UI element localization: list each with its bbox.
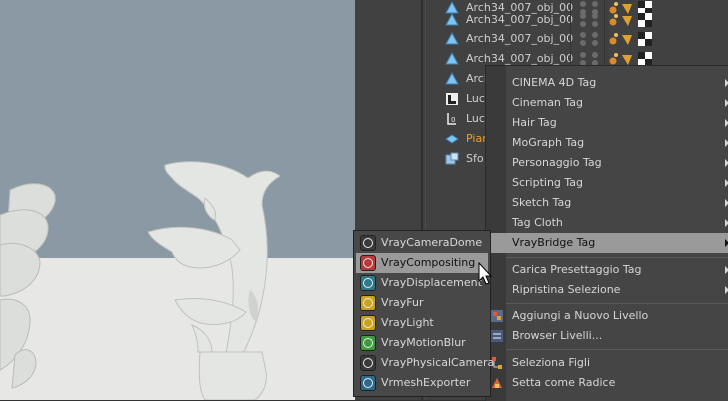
menu-item-ripristina-selezione[interactable]: Ripristina Selezione <box>486 280 728 300</box>
displacement-icon <box>360 275 376 291</box>
layer-add-icon <box>491 310 503 322</box>
background-icon <box>445 152 459 165</box>
submenu-item-vraycameradome[interactable]: VrayCameraDome <box>356 233 488 253</box>
menu-item-setta-radice[interactable]: Setta come Radice <box>486 373 728 393</box>
submenu-item-vraycompositing[interactable]: VrayCompositing <box>356 253 488 273</box>
area-light-icon: 0 <box>447 113 456 125</box>
menu-item-carica-presettaggio-tag[interactable]: Carica Presettaggio Tag <box>486 260 728 280</box>
menu-item-hair-tag[interactable]: Hair Tag <box>486 113 728 133</box>
fur-icon <box>360 295 376 311</box>
polygon-object-icon <box>445 52 459 65</box>
object-name: Luc <box>466 112 485 125</box>
object-name: Arch34_007_obj_00 <box>466 32 574 45</box>
light-icon <box>446 93 458 105</box>
mouse-cursor-icon <box>478 262 493 285</box>
svg-text:0: 0 <box>451 116 455 124</box>
visibility-dots[interactable] <box>574 29 604 49</box>
plane-icon <box>445 134 459 144</box>
object-tags[interactable] <box>608 12 668 28</box>
menu-item-cineman-tag[interactable]: Cineman Tag <box>486 93 728 113</box>
menu-item-mograph-tag[interactable]: MoGraph Tag <box>486 133 728 153</box>
object-row[interactable]: Arch34_007_obj_00 <box>440 29 728 49</box>
layer-browser-icon <box>491 330 503 342</box>
menu-separator <box>506 349 728 350</box>
vraybridge-submenu: VrayCameraDome VrayCompositing VrayDispl… <box>353 230 494 397</box>
menu-item-aggiungi-livello[interactable]: Aggiungi a Nuovo Livello <box>486 306 728 326</box>
polygon-object-icon <box>445 32 459 45</box>
submenu-item-vraylight[interactable]: VrayLight <box>356 313 488 333</box>
3d-viewport[interactable] <box>0 0 355 400</box>
menu-item-scripting-tag[interactable]: Scripting Tag <box>486 173 728 193</box>
motion-blur-icon <box>360 335 376 351</box>
context-menu: CINEMA 4D Tag Cineman Tag Hair Tag MoGra… <box>485 65 728 401</box>
menu-item-browser-livelli[interactable]: Browser Livelli... <box>486 326 728 346</box>
menu-item-cinema4d-tag[interactable]: CINEMA 4D Tag <box>486 73 728 93</box>
menu-item-vraybridge-tag[interactable]: VrayBridge Tag <box>486 233 728 253</box>
object-tags[interactable] <box>608 31 668 47</box>
menu-item-seleziona-figli[interactable]: Seleziona Figli <box>486 353 728 373</box>
compositing-icon <box>360 255 376 271</box>
menu-separator <box>506 257 728 258</box>
dolphin-sculpture-render <box>0 161 281 400</box>
object-row[interactable]: Arch34_007_obj_00 <box>440 10 728 30</box>
physical-camera-icon <box>360 355 376 371</box>
vrmesh-exporter-icon <box>360 375 376 391</box>
camera-dome-icon <box>360 235 376 251</box>
menu-item-tag-cloth[interactable]: Tag Cloth <box>486 213 728 233</box>
menu-separator <box>506 303 728 304</box>
polygon-object-icon <box>445 72 459 85</box>
submenu-item-vrayfur[interactable]: VrayFur <box>356 293 488 313</box>
polygon-object-icon <box>445 13 459 26</box>
object-name: Luc <box>466 92 485 105</box>
submenu-item-vraydisplacement[interactable]: VrayDisplacement <box>356 273 488 293</box>
menu-item-personaggio-tag[interactable]: Personaggio Tag <box>486 153 728 173</box>
light-tag-icon <box>360 315 376 331</box>
object-name: Arch34_007_obj_00 <box>466 13 574 26</box>
visibility-dots[interactable] <box>574 10 604 30</box>
submenu-item-vrayphysicalcamera[interactable]: VrayPhysicalCamera <box>356 353 494 373</box>
set-root-icon <box>492 378 502 388</box>
submenu-item-vrmeshexporter[interactable]: VrmeshExporter <box>356 373 488 393</box>
object-name: Sfo <box>466 152 484 165</box>
menu-item-sketch-tag[interactable]: Sketch Tag <box>486 193 728 213</box>
submenu-item-vraymotionblur[interactable]: VrayMotionBlur <box>356 333 488 353</box>
